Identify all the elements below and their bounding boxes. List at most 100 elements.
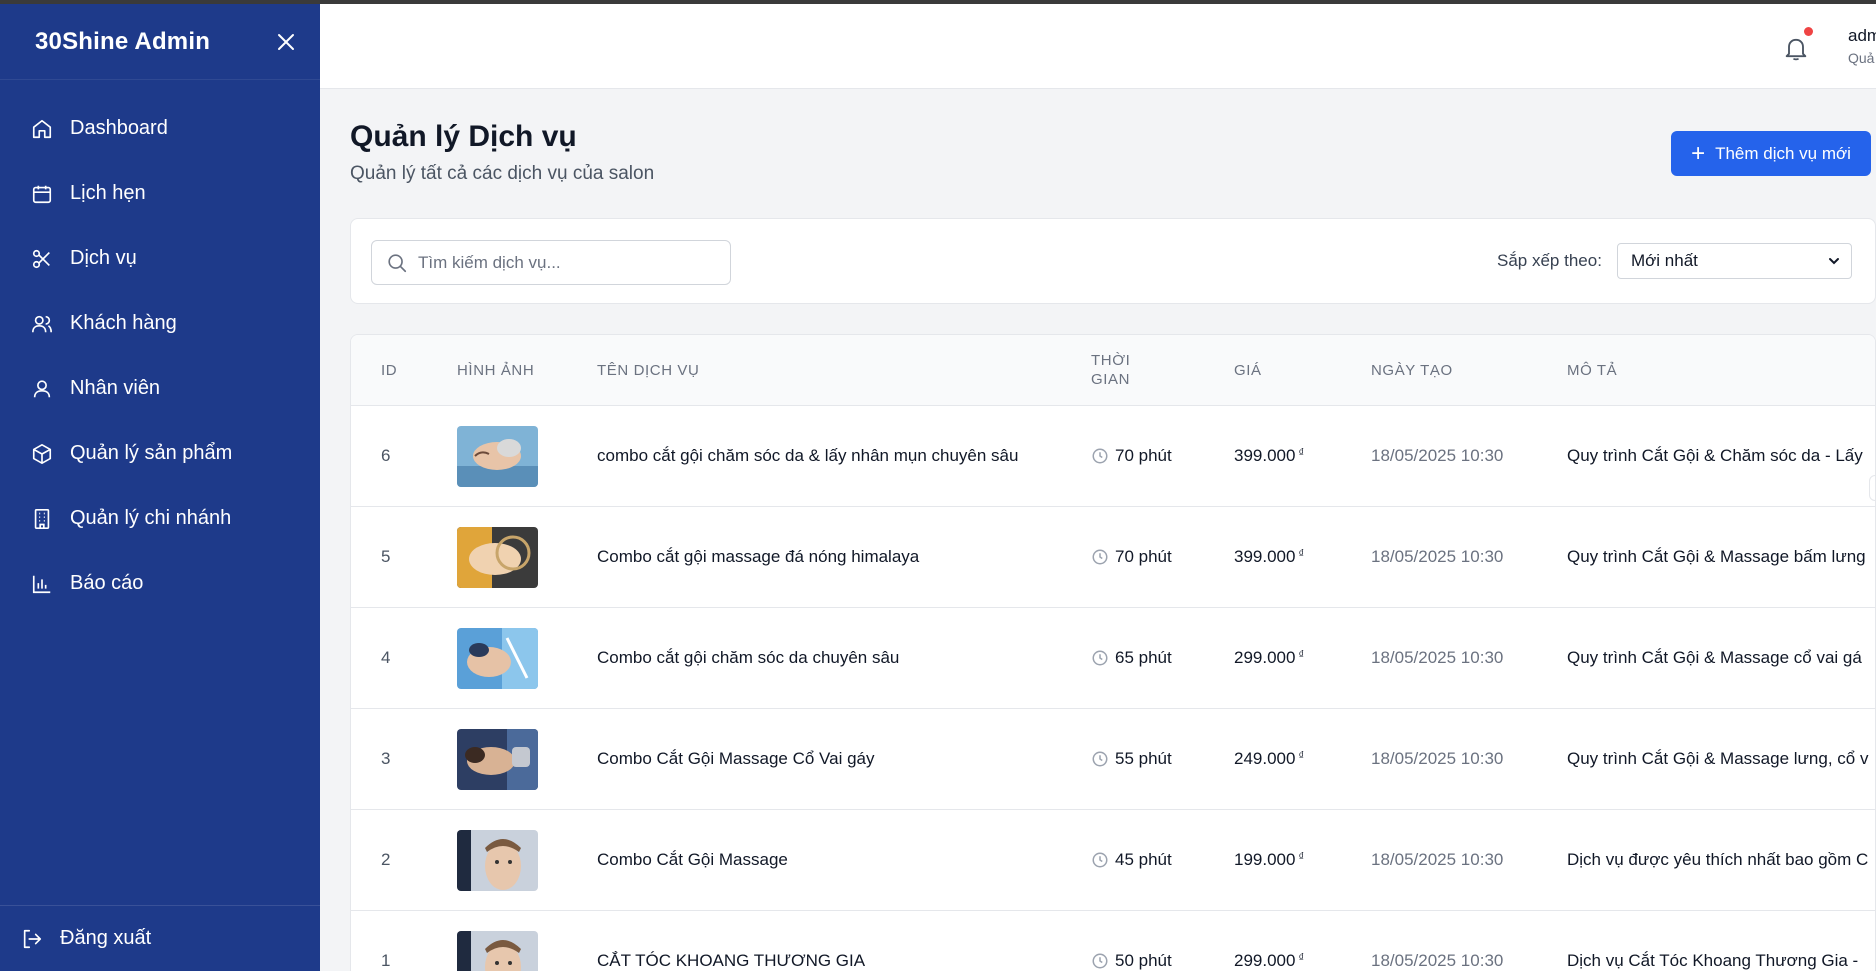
sidebar-item-customers[interactable]: Khách hàng xyxy=(0,291,320,356)
column-header-description: MÔ TẢ xyxy=(1567,361,1618,379)
brand-title: 30Shine Admin xyxy=(35,27,211,55)
user-name[interactable]: adm xyxy=(1848,26,1876,46)
table-row[interactable]: 2 Combo Cắt Gội Massage 45 phút 199.000 ₫… xyxy=(351,809,1875,910)
currency-symbol: ₫ xyxy=(1298,851,1305,863)
users-icon xyxy=(30,312,54,336)
column-header-id[interactable]: ID xyxy=(381,335,397,405)
notification-dot xyxy=(1804,27,1813,36)
sidebar-item-dashboard[interactable]: Dashboard xyxy=(0,96,320,161)
logout-label: Đăng xuất xyxy=(60,927,152,949)
service-description: Dịch vụ Cắt Tóc Khoang Thương Gia - xyxy=(1567,951,1859,970)
row-id: 2 xyxy=(381,850,391,869)
clock-icon xyxy=(1091,952,1109,970)
service-description: Quy trình Cắt Gội & Massage lưng, cổ v xyxy=(1567,749,1869,768)
created-date: 18/05/2025 10:30 xyxy=(1371,547,1504,566)
clock-icon xyxy=(1091,548,1109,566)
clock-icon xyxy=(1091,649,1109,667)
price-value: 399.000 xyxy=(1234,446,1296,465)
service-image xyxy=(457,829,538,891)
service-price: 299.000 ₫ xyxy=(1234,608,1304,708)
service-duration: 70 phút xyxy=(1091,406,1172,506)
building-icon xyxy=(30,507,54,531)
sidebar-item-staff[interactable]: Nhân viên xyxy=(0,356,320,421)
row-id: 4 xyxy=(381,648,391,667)
service-duration: 65 phút xyxy=(1091,608,1172,708)
service-price: 399.000 ₫ xyxy=(1234,406,1304,506)
close-sidebar-button[interactable] xyxy=(274,30,298,54)
horizontal-scroll-handle[interactable] xyxy=(1869,475,1875,501)
price-value: 299.000 xyxy=(1234,951,1296,970)
table-row[interactable]: 6 combo cắt gội chăm sóc da & lấy nhân m… xyxy=(351,405,1875,506)
table-row[interactable]: 3 Combo Cắt Gội Massage Cổ Vai gáy 55 ph… xyxy=(351,708,1875,809)
sidebar-item-label: Dịch vụ xyxy=(70,247,137,269)
service-description: Quy trình Cắt Gội & Chăm sóc da - Lấy xyxy=(1567,446,1863,465)
created-date: 18/05/2025 10:30 xyxy=(1371,749,1504,768)
column-header-time-line1: THỜI xyxy=(1091,352,1131,369)
price-value: 249.000 xyxy=(1234,749,1296,768)
column-header-price[interactable]: GIÁ xyxy=(1234,335,1262,405)
filter-bar: Sắp xếp theo: Mới nhất xyxy=(350,218,1876,304)
add-service-label: Thêm dịch vụ mới xyxy=(1715,143,1851,163)
table-row[interactable]: 5 Combo cắt gội massage đá nóng himalaya… xyxy=(351,506,1875,607)
column-header-image: HÌNH ẢNH xyxy=(457,361,535,379)
created-date: 18/05/2025 10:30 xyxy=(1371,446,1504,465)
search-icon xyxy=(388,253,407,272)
sidebar: 30Shine Admin Dashboard Lịch hẹn Dịch vụ… xyxy=(0,4,320,971)
sort-select[interactable]: Mới nhất xyxy=(1617,243,1852,279)
clock-icon xyxy=(1091,750,1109,768)
sidebar-item-services[interactable]: Dịch vụ xyxy=(0,226,320,291)
column-header-time-line2: GIAN xyxy=(1091,371,1131,388)
sort-selected-value: Mới nhất xyxy=(1631,251,1698,270)
close-icon xyxy=(278,33,294,50)
currency-symbol: ₫ xyxy=(1298,548,1305,560)
column-header-date[interactable]: NGÀY TẠO xyxy=(1371,335,1453,405)
created-date: 18/05/2025 10:30 xyxy=(1371,850,1504,869)
sort-label: Sắp xếp theo: xyxy=(1497,251,1602,270)
duration-text: 55 phút xyxy=(1115,749,1172,768)
service-name: combo cắt gội chăm sóc da & lấy nhân mụn… xyxy=(597,446,1019,465)
currency-symbol: ₫ xyxy=(1298,750,1305,762)
sidebar-item-products[interactable]: Quản lý sản phẩm xyxy=(0,421,320,486)
user-icon xyxy=(30,377,54,401)
logout-button[interactable]: Đăng xuất xyxy=(0,905,320,971)
service-price: 249.000 ₫ xyxy=(1234,709,1304,809)
table-row[interactable]: 4 Combo cắt gội chăm sóc da chuyên sâu 6… xyxy=(351,607,1875,708)
service-name: Combo Cắt Gội Massage xyxy=(597,850,788,869)
sidebar-item-label: Lịch hẹn xyxy=(70,182,146,204)
currency-symbol: ₫ xyxy=(1298,952,1305,964)
page-subtitle: Quản lý tất cả các dịch vụ của salon xyxy=(350,163,655,184)
clock-icon xyxy=(1091,447,1109,465)
table-header: ID HÌNH ẢNH TÊN DỊCH VỤ THỜI GIAN GIÁ NG… xyxy=(351,335,1875,405)
sidebar-item-label: Quản lý chi nhánh xyxy=(70,507,232,529)
service-duration: 50 phút xyxy=(1091,911,1172,971)
sidebar-item-label: Dashboard xyxy=(70,117,168,139)
sidebar-item-branches[interactable]: Quản lý chi nhánh xyxy=(0,486,320,551)
user-role: Quả xyxy=(1848,50,1875,66)
service-image xyxy=(457,930,538,971)
search-input[interactable] xyxy=(418,252,708,273)
notification-button[interactable] xyxy=(1782,27,1813,62)
service-thumbnail xyxy=(457,810,538,910)
scissors-icon xyxy=(30,247,54,271)
sidebar-item-appointments[interactable]: Lịch hẹn xyxy=(0,161,320,226)
service-description: Quy trình Cắt Gội & Massage cổ vai gá xyxy=(1567,648,1862,667)
box-icon xyxy=(30,442,54,466)
service-thumbnail xyxy=(457,507,538,607)
duration-text: 45 phút xyxy=(1115,850,1172,869)
sidebar-item-label: Quản lý sản phẩm xyxy=(70,442,233,464)
sidebar-item-reports[interactable]: Báo cáo xyxy=(0,551,320,616)
price-value: 199.000 xyxy=(1234,850,1296,869)
table-row[interactable]: 1 CẮT TÓC KHOANG THƯƠNG GIA 50 phút 299.… xyxy=(351,910,1875,971)
search-box[interactable] xyxy=(371,240,731,285)
sidebar-header: 30Shine Admin xyxy=(0,4,320,80)
service-thumbnail xyxy=(457,709,538,809)
service-name: CẮT TÓC KHOANG THƯƠNG GIA xyxy=(597,951,866,970)
duration-text: 50 phút xyxy=(1115,951,1172,970)
duration-text: 70 phút xyxy=(1115,446,1172,465)
column-header-name[interactable]: TÊN DỊCH VỤ xyxy=(597,335,699,405)
add-service-button[interactable]: + Thêm dịch vụ mới xyxy=(1671,131,1871,176)
column-header-time[interactable]: THỜI GIAN xyxy=(1091,335,1130,405)
service-name: Combo Cắt Gội Massage Cổ Vai gáy xyxy=(597,749,875,768)
service-duration: 70 phút xyxy=(1091,507,1172,607)
service-image xyxy=(457,728,538,790)
